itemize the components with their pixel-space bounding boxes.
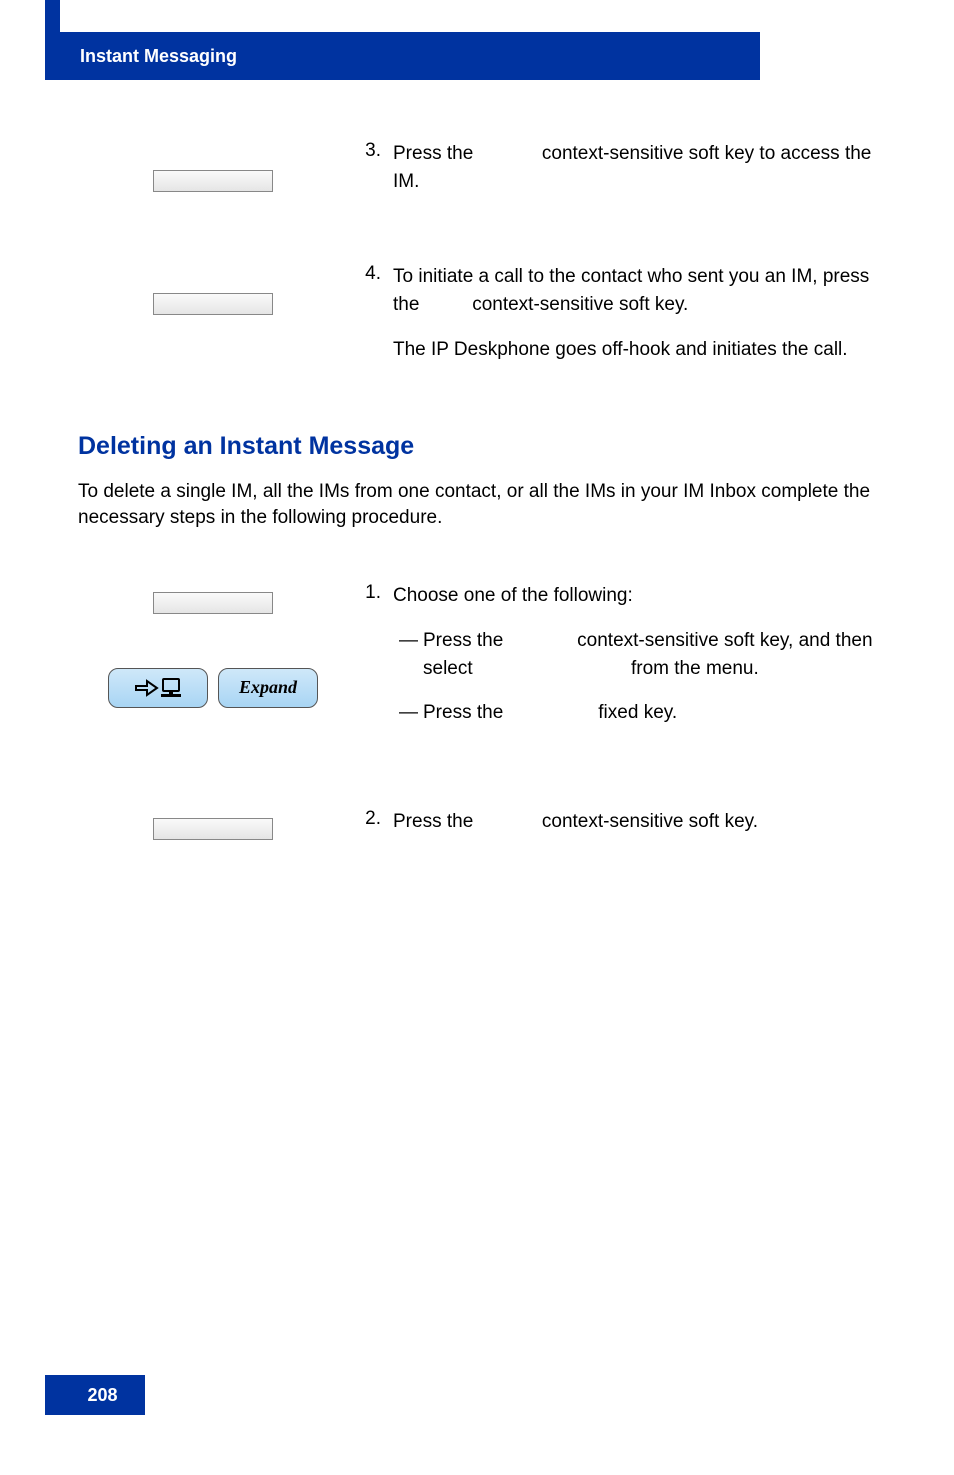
page-number-tab: 208 <box>60 1375 145 1415</box>
section-heading: Deleting an Instant Message <box>78 432 878 461</box>
step-row: 3. Press the context-sensitive soft key … <box>78 140 878 213</box>
image-stack: Expand <box>108 592 318 708</box>
step-body: Press the context-sensitive soft key to … <box>393 140 878 195</box>
softkey-button-placeholder <box>153 818 273 840</box>
sublist-dash: — <box>393 627 423 682</box>
expand-arrow-icon <box>135 678 182 698</box>
section-intro: To delete a single IM, all the IMs from … <box>78 479 878 532</box>
step-number: 2. <box>348 808 393 830</box>
sublist: — Press the context-sensitive soft key, … <box>393 627 878 726</box>
softkey-button-placeholder <box>153 170 273 192</box>
page-number: 208 <box>87 1385 117 1406</box>
button-pair: Expand <box>108 662 318 708</box>
page-content: 3. Press the context-sensitive soft key … <box>78 140 878 904</box>
sublist-dash: — <box>393 699 423 727</box>
step-text: Press the context-sensitive soft key. <box>393 808 878 854</box>
step-text: Choose one of the following: — Press the… <box>393 582 878 738</box>
step-number: 1. <box>348 582 393 604</box>
step-body-extra: The IP Deskphone goes off-hook and initi… <box>393 336 878 364</box>
softkey-button-placeholder <box>153 592 273 614</box>
sublist-text: Press the context-sensitive soft key, an… <box>423 627 878 682</box>
step-body: To initiate a call to the contact who se… <box>393 263 878 318</box>
header-accent-bar <box>45 0 60 80</box>
step-body: Press the context-sensitive soft key. <box>393 808 878 836</box>
step-row: Expand 1. Choose one of the following: —… <box>78 582 878 738</box>
sublist-text: Press the fixed key. <box>423 699 878 727</box>
step-row: 4. To initiate a call to the contact who… <box>78 263 878 382</box>
step-row: 2. Press the context-sensitive soft key. <box>78 808 878 854</box>
step-image-col: Expand <box>78 582 348 708</box>
step-image-col <box>78 808 348 840</box>
step-number: 4. <box>348 263 393 285</box>
expand-button: Expand <box>218 668 318 708</box>
header-title: Instant Messaging <box>80 46 237 67</box>
header-bar: Instant Messaging <box>60 32 760 80</box>
step-body: Choose one of the following: <box>393 582 878 610</box>
softkey-button-placeholder <box>153 293 273 315</box>
step-image-col <box>78 263 348 315</box>
step-number: 3. <box>348 140 393 162</box>
expand-sideways-button <box>108 668 208 708</box>
step-image-col <box>78 140 348 192</box>
step-text: To initiate a call to the contact who se… <box>393 263 878 382</box>
step-text: Press the context-sensitive soft key to … <box>393 140 878 213</box>
expand-button-label: Expand <box>239 677 297 698</box>
sublist-item: — Press the context-sensitive soft key, … <box>393 627 878 682</box>
footer-accent-bar <box>45 1375 60 1415</box>
sublist-item: — Press the fixed key. <box>393 699 878 727</box>
